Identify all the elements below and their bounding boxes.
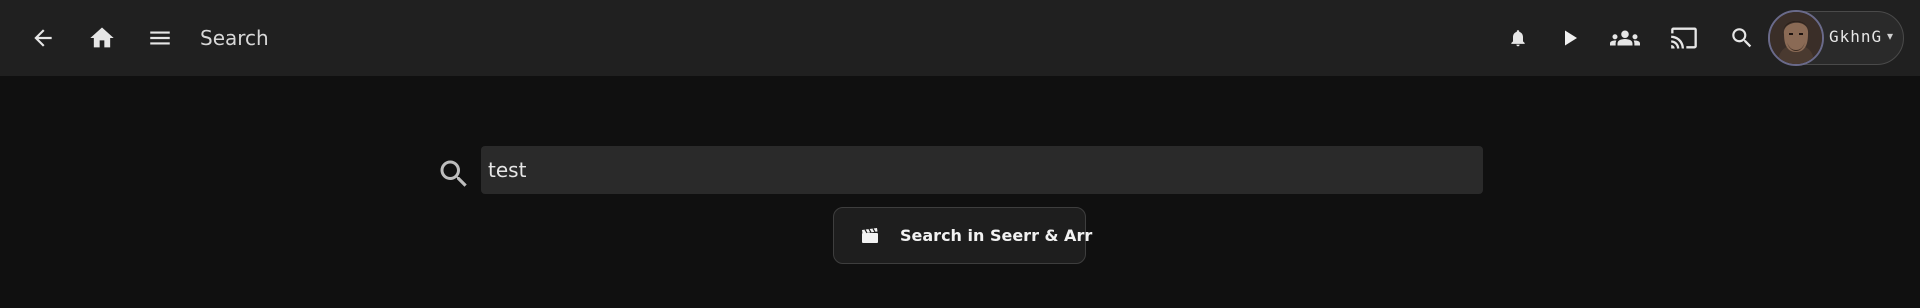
menu-button[interactable]	[136, 14, 184, 62]
hamburger-menu-icon	[147, 25, 173, 51]
group-icon	[1610, 23, 1640, 53]
cast-icon	[1670, 24, 1698, 52]
search-icon	[436, 156, 472, 192]
username: GkhnG	[1829, 27, 1883, 46]
app-header: Search GkhnG ▾	[0, 0, 1920, 76]
header-search-button[interactable]	[1718, 14, 1766, 62]
home-icon	[88, 24, 116, 52]
syncplay-button[interactable]	[1601, 14, 1649, 62]
play-button[interactable]	[1546, 14, 1594, 62]
search-in-seerr-label: Search in Seerr & Arr	[900, 226, 1093, 245]
arrow-left-icon	[30, 25, 56, 51]
play-icon	[1558, 26, 1582, 50]
chevron-down-icon: ▾	[1887, 29, 1894, 43]
notifications-button[interactable]	[1494, 14, 1542, 62]
search-icon	[1729, 25, 1755, 51]
search-in-seerr-button[interactable]: Search in Seerr & Arr	[833, 207, 1092, 264]
clapperboard-icon	[861, 228, 879, 244]
cast-button[interactable]	[1660, 14, 1708, 62]
back-button[interactable]	[19, 14, 67, 62]
avatar[interactable]	[1768, 10, 1824, 66]
page-title: Search	[200, 26, 269, 50]
bell-icon	[1508, 28, 1528, 48]
home-button[interactable]	[78, 14, 126, 62]
search-input[interactable]	[481, 146, 1483, 194]
